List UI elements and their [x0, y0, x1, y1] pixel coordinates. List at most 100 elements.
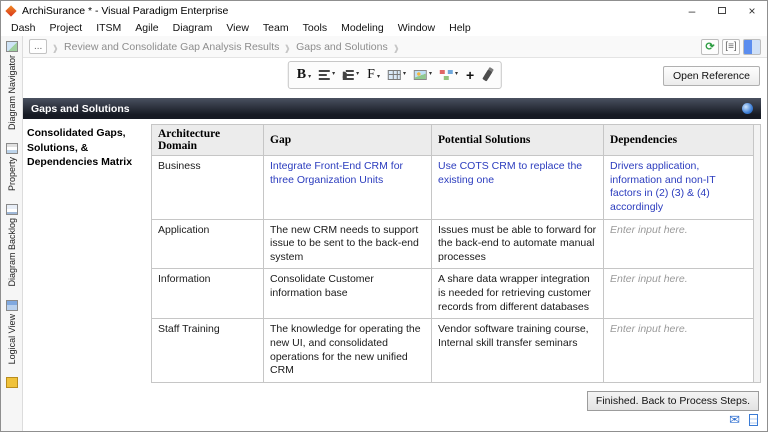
- maximize-button[interactable]: [707, 1, 737, 20]
- window-title: ArchiSurance * - Visual Paradigm Enterpr…: [22, 4, 229, 17]
- tab-property[interactable]: Property: [5, 143, 18, 192]
- plus-icon: +: [466, 67, 475, 83]
- alignment-button[interactable]: ▾: [319, 70, 335, 80]
- document-icon[interactable]: [749, 413, 758, 426]
- tab-diagram-navigator[interactable]: Diagram Navigator: [5, 41, 18, 131]
- cell-gap[interactable]: Consolidate Customer information base: [263, 268, 432, 320]
- gaps-solutions-table: Architecture Domain Gap Potential Soluti…: [151, 124, 754, 383]
- image-icon: [414, 70, 427, 80]
- caret-down-icon: ▾: [376, 74, 380, 80]
- menu-item-view[interactable]: View: [219, 22, 256, 34]
- matrix-title: Consolidated Gaps, Solutions, & Dependen…: [27, 127, 133, 169]
- menu-item-dash[interactable]: Dash: [4, 22, 43, 34]
- highlight-button[interactable]: [482, 69, 493, 81]
- bold-icon: B: [296, 67, 307, 82]
- diagram-navigator-icon: [5, 41, 18, 52]
- menu-item-diagram[interactable]: Diagram: [166, 22, 220, 34]
- visual-paradigm-logo-icon: [5, 4, 17, 17]
- tab-label: Diagram Backlog: [6, 218, 17, 287]
- chevron-right-icon: ›: [285, 34, 291, 59]
- minimize-button[interactable]: –: [677, 1, 707, 20]
- caret-down-icon: ▾: [429, 71, 433, 77]
- diagram-backlog-icon: [5, 204, 18, 216]
- image-button[interactable]: ▾: [414, 70, 432, 80]
- cell-dependency[interactable]: Enter input here.: [603, 218, 754, 270]
- tab-label: Property: [6, 157, 17, 192]
- table-row: Application The new CRM needs to support…: [151, 218, 754, 270]
- cell-domain: Staff Training: [151, 318, 264, 383]
- folder-icon[interactable]: [5, 376, 18, 388]
- menu-item-agile[interactable]: Agile: [128, 22, 165, 34]
- panel-info-icon[interactable]: [742, 103, 753, 114]
- table-icon: [387, 70, 401, 80]
- tab-diagram-backlog[interactable]: Diagram Backlog: [5, 204, 18, 287]
- close-button[interactable]: ×: [737, 1, 767, 20]
- table-button[interactable]: ▾: [387, 70, 406, 80]
- content-area: Consolidated Gaps, Solutions, & Dependen…: [23, 119, 767, 431]
- menu-item-modeling[interactable]: Modeling: [334, 22, 391, 34]
- table-row: Business Integrate Front-End CRM for thr…: [151, 155, 754, 220]
- panel-header: Gaps and Solutions: [23, 98, 761, 119]
- menu-item-project[interactable]: Project: [43, 22, 90, 34]
- column-header-dependencies: Dependencies: [603, 124, 754, 156]
- caret-down-icon: ▾: [455, 71, 459, 77]
- cell-solution[interactable]: A share data wrapper integration is need…: [431, 268, 604, 320]
- cell-solution[interactable]: Issues must be able to forward for the b…: [431, 218, 604, 270]
- cell-gap[interactable]: Integrate Front-End CRM for three Organi…: [263, 155, 432, 220]
- menu-item-team[interactable]: Team: [256, 22, 296, 34]
- shapes-button[interactable]: ▾: [440, 70, 458, 80]
- breadcrumb-ellipsis-button[interactable]: ...: [29, 39, 48, 54]
- tab-logical-view[interactable]: Logical View: [5, 299, 18, 364]
- open-reference-button[interactable]: Open Reference: [662, 66, 760, 86]
- formatting-toolbar: B ▾ ▾ ▾ F ▾ ▾ ▾ ▾ +: [287, 61, 503, 89]
- cell-solution[interactable]: Use COTS CRM to replace the existing one: [431, 155, 604, 220]
- cell-domain: Information: [151, 268, 264, 320]
- tab-label: Diagram Navigator: [6, 55, 17, 131]
- logical-view-icon: [5, 299, 18, 311]
- column-header-potential-solutions: Potential Solutions: [431, 124, 604, 156]
- status-corner: ✉: [729, 413, 758, 426]
- menu-item-window[interactable]: Window: [391, 22, 442, 34]
- panel-title: Gaps and Solutions: [31, 102, 130, 115]
- panels-layout-icon[interactable]: [743, 38, 761, 55]
- cell-dependency[interactable]: Enter input here.: [603, 268, 754, 320]
- menu-item-itsm[interactable]: ITSM: [89, 22, 128, 34]
- app-window: ArchiSurance * - Visual Paradigm Enterpr…: [0, 0, 768, 432]
- toolbar-zone: B ▾ ▾ ▾ F ▾ ▾ ▾ ▾ + Open Reference: [23, 58, 767, 95]
- breadcrumb-item-gaps[interactable]: Gaps and Solutions: [296, 41, 388, 53]
- list-button[interactable]: ▾: [343, 70, 359, 80]
- chevron-right-icon: ›: [53, 34, 59, 59]
- menu-item-tools[interactable]: Tools: [296, 22, 335, 34]
- cell-domain: Business: [151, 155, 264, 220]
- caret-down-icon: ▾: [356, 71, 360, 77]
- menu-item-help[interactable]: Help: [442, 22, 478, 34]
- maximize-icon: [718, 7, 726, 14]
- table-row: Staff Training The knowledge for operati…: [151, 318, 754, 383]
- font-button[interactable]: F ▾: [367, 67, 380, 83]
- bold-button[interactable]: B ▾: [297, 67, 311, 83]
- cell-gap[interactable]: The knowledge for operating the new UI, …: [263, 318, 432, 383]
- header-row: Architecture Domain Gap Potential Soluti…: [151, 124, 754, 156]
- column-header-gap: Gap: [263, 124, 432, 156]
- breadcrumb: ... › Review and Consolidate Gap Analysi…: [23, 34, 767, 59]
- add-button[interactable]: +: [466, 67, 474, 83]
- caret-down-icon: ▾: [402, 71, 406, 77]
- mail-icon[interactable]: ✉: [729, 413, 740, 426]
- cell-dependency[interactable]: Drivers application, information and non…: [603, 155, 754, 220]
- brackets-icon[interactable]: [≡]: [722, 38, 740, 55]
- chevron-right-icon: ›: [393, 34, 399, 59]
- property-icon: [5, 143, 18, 155]
- cell-dependency[interactable]: Enter input here.: [603, 318, 754, 383]
- align-left-icon: [319, 70, 331, 80]
- bullet-list-icon: [343, 70, 355, 80]
- flashlight-icon: [482, 69, 493, 81]
- cell-gap[interactable]: The new CRM needs to support issue to be…: [263, 218, 432, 270]
- font-icon: F: [367, 67, 375, 82]
- breadcrumb-item-review[interactable]: Review and Consolidate Gap Analysis Resu…: [64, 41, 279, 53]
- cell-solution[interactable]: Vendor software training course, Interna…: [431, 318, 604, 383]
- sync-icon[interactable]: ⟳: [701, 38, 719, 55]
- cell-domain: Application: [151, 218, 264, 270]
- finished-back-button[interactable]: Finished. Back to Process Steps.: [586, 390, 759, 411]
- table-scrollbar[interactable]: [754, 124, 761, 383]
- caret-down-icon: ▾: [332, 71, 336, 77]
